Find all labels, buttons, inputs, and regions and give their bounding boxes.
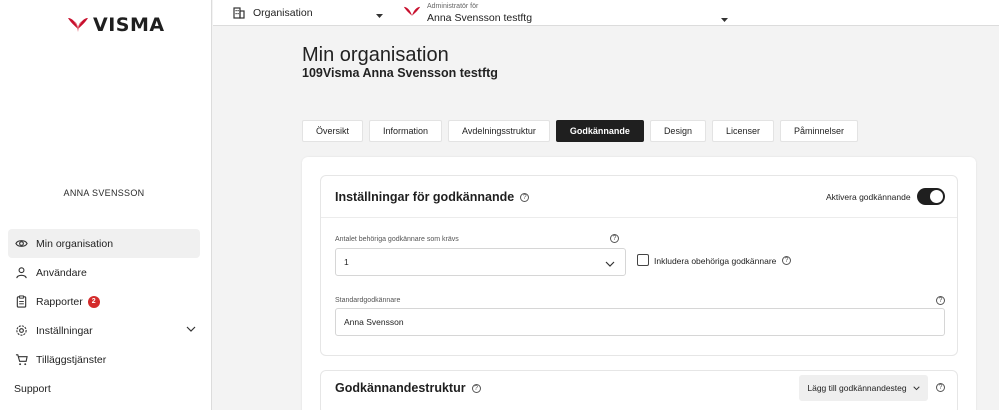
sidebar-item-min-organisation[interactable]: Min organisation	[8, 229, 200, 258]
help-icon[interactable]: ?	[471, 383, 481, 393]
tab-oversikt[interactable]: Översikt	[302, 120, 364, 142]
help-icon[interactable]: ?	[936, 296, 945, 305]
user-name: ANNA SVENSSON	[63, 188, 145, 198]
help-icon[interactable]: ?	[936, 383, 945, 392]
clipboard-icon	[14, 295, 28, 309]
sidebar: VISMA ANNA SVENSSON Min organisation Anv…	[0, 0, 212, 410]
help-icon[interactable]: ?	[610, 234, 619, 243]
card-title: Godkännandestruktur ?	[335, 381, 481, 395]
sidebar-nav: Min organisation Användare Rapporter 2 I…	[8, 229, 200, 403]
required-approvers-label: Antalet behöriga godkännare som krävs	[335, 236, 459, 243]
required-approvers-select[interactable]: 1	[335, 248, 626, 276]
sidebar-item-anvandare[interactable]: Användare	[8, 258, 200, 287]
chevron-down-icon[interactable]	[186, 324, 196, 336]
users-icon	[14, 266, 28, 280]
caret-down-icon	[721, 10, 728, 28]
add-approval-step-label: Lägg till godkännandesteg	[807, 383, 907, 393]
approval-settings-title: Inställningar för godkännande	[335, 190, 515, 204]
add-approval-step-button[interactable]: Lägg till godkännandesteg	[799, 375, 928, 401]
eye-icon	[14, 237, 28, 251]
chevron-down-icon	[912, 385, 920, 391]
visma-small-logo-icon	[403, 6, 421, 24]
chevron-down-icon	[605, 260, 615, 270]
approval-structure-title: Godkännandestruktur	[335, 381, 466, 395]
organisation-select[interactable]: Organisation	[233, 4, 383, 22]
notification-badge: 2	[87, 295, 100, 308]
tab-paminnelser[interactable]: Påminnelser	[779, 120, 859, 142]
tab-licenser[interactable]: Licenser	[711, 120, 774, 142]
help-icon[interactable]: ?	[520, 192, 530, 202]
default-approver-label: Standardgodkännare	[335, 297, 401, 304]
required-approvers-value: 1	[344, 257, 349, 267]
gear-icon	[14, 324, 28, 338]
tab-avdelningsstruktur[interactable]: Avdelningsstruktur	[448, 120, 550, 142]
default-approver-value: Anna Svensson	[344, 317, 404, 327]
administrator-label: Administratör för	[427, 3, 479, 10]
sidebar-item-label: Support	[14, 382, 51, 395]
top-bar: Organisation Administratör för Anna Sven…	[213, 0, 999, 26]
logo-text: VISMA	[93, 14, 165, 36]
tab-information[interactable]: Information	[369, 120, 443, 142]
help-icon[interactable]: ?	[782, 256, 791, 265]
activate-approval-label: Aktivera godkännande	[826, 192, 911, 202]
building-icon	[233, 7, 245, 19]
caret-down-icon	[376, 10, 383, 22]
sidebar-item-label: Tilläggstjänster	[36, 353, 107, 366]
sidebar-item-tillaggstjanster[interactable]: Tilläggstjänster	[8, 345, 200, 374]
page-subtitle: 109Visma Anna Svensson testftg	[302, 66, 498, 80]
sidebar-item-installningar[interactable]: Inställningar	[8, 316, 200, 345]
page-title: Min organisation	[302, 44, 449, 66]
sidebar-item-label: Användare	[36, 266, 87, 279]
card-title: Inställningar för godkännande ?	[335, 190, 530, 204]
visma-logo-icon	[68, 18, 88, 32]
tab-godkannande[interactable]: Godkännande	[555, 120, 644, 142]
include-unauthorized-checkbox[interactable]	[637, 254, 649, 266]
sidebar-item-label: Rapporter	[36, 295, 83, 308]
tab-design[interactable]: Design	[649, 120, 706, 142]
administrator-value: Anna Svensson testftg	[427, 12, 533, 24]
tab-bar: Översikt Information Avdelningsstruktur …	[302, 120, 859, 142]
card-header: Inställningar för godkännande ? Aktivera…	[321, 176, 957, 218]
cart-icon	[14, 353, 28, 367]
approval-structure-card: Godkännandestruktur ? Lägg till godkänna…	[320, 370, 958, 410]
sidebar-item-support[interactable]: Support	[8, 374, 200, 403]
approval-settings-card: Inställningar för godkännande ? Aktivera…	[320, 175, 958, 356]
activate-approval-toggle[interactable]	[917, 188, 945, 205]
administrator-select[interactable]: Administratör för Anna Svensson testftg	[403, 2, 728, 24]
visma-logo[interactable]: VISMA	[67, 14, 165, 36]
include-unauthorized-label: Inkludera obehöriga godkännare	[654, 256, 777, 266]
default-approver-field[interactable]: Anna Svensson	[335, 308, 945, 336]
sidebar-item-rapporter[interactable]: Rapporter 2	[8, 287, 200, 316]
sidebar-item-label: Inställningar	[36, 324, 93, 337]
organisation-select-value: Organisation	[253, 7, 313, 19]
sidebar-item-label: Min organisation	[36, 237, 114, 250]
